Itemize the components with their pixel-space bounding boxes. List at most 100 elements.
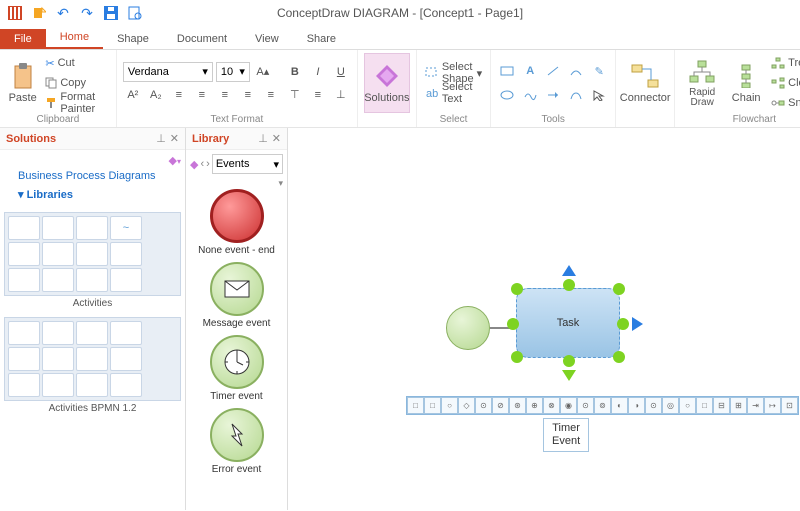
ellipse-tool[interactable]	[497, 85, 517, 105]
solutions-button[interactable]: Solutions	[364, 53, 410, 113]
paste-label: Paste	[9, 92, 37, 104]
pen-tool[interactable]: ✎	[589, 61, 609, 81]
ribbon: Paste ✂Cut Copy Format Painter Clipboard…	[0, 50, 800, 128]
shape-timer-event[interactable]: Timer event	[190, 335, 283, 402]
group-textformat-label: Text Format	[210, 114, 263, 125]
select-shape-icon	[425, 66, 439, 80]
library-title: Library	[192, 133, 229, 145]
valign-mid-button[interactable]: ≡	[308, 85, 328, 105]
undo-icon[interactable]: ↶	[54, 4, 72, 22]
pin-icon[interactable]: ⊥	[258, 132, 268, 145]
thumb-activities[interactable]: ~	[4, 212, 181, 296]
pointer-tool[interactable]	[589, 85, 609, 105]
lib-prev-icon[interactable]: ‹	[200, 158, 204, 170]
conn-tool[interactable]	[543, 85, 563, 105]
rapiddraw-button[interactable]: Rapid Draw	[681, 53, 723, 113]
shape-message-event[interactable]: Message event	[190, 262, 283, 329]
pin-icon[interactable]: ⊥	[156, 132, 166, 145]
select-shape-button[interactable]: Select Shape▾	[423, 64, 484, 82]
solutions-icon	[373, 62, 401, 90]
tree-libraries[interactable]: Libraries	[4, 185, 181, 204]
chevron-down-icon: ▾	[477, 67, 483, 80]
chevron-down-icon: ▾	[273, 158, 279, 171]
canvas-task[interactable]: Task	[516, 288, 620, 358]
solutions-gem-icon[interactable]: ◆▾	[4, 154, 181, 167]
bold-button[interactable]: B	[285, 62, 305, 82]
smart-stencil-bar[interactable]: □□○◇ ⊙⊘⊛⊕ ⊗◉⊙⊚ ◐◑⊙◎ ○□⊟⊞ ⇥↦⊡	[406, 396, 799, 415]
italic-button[interactable]: I	[308, 62, 328, 82]
align-justify-button[interactable]: ≡	[238, 85, 258, 105]
copy-button[interactable]: Copy	[43, 74, 110, 92]
sub-button[interactable]: A₂	[146, 85, 166, 105]
canvas-start-event[interactable]	[446, 306, 490, 350]
spline-tool[interactable]	[520, 85, 540, 105]
connector-icon	[631, 62, 659, 90]
select-text-icon: ab	[425, 86, 439, 100]
close-icon[interactable]: ✕	[170, 132, 179, 145]
curve-tool[interactable]	[566, 85, 586, 105]
select-text-button[interactable]: abSelect Text	[423, 84, 484, 102]
app-icon	[6, 4, 24, 22]
shape-none-event-end[interactable]: None event - end	[190, 189, 283, 256]
save-icon[interactable]	[102, 4, 120, 22]
underline-button[interactable]: U	[331, 62, 351, 82]
group-tools-label: Tools	[541, 114, 564, 125]
ribbon-tabs: File Home Shape Document View Share	[0, 26, 800, 50]
lib-menu-icon[interactable]: ▾	[190, 178, 283, 189]
group-clipboard-label: Clipboard	[37, 114, 80, 125]
tab-home[interactable]: Home	[46, 27, 103, 49]
clone-button[interactable]: Clone▾	[769, 74, 800, 92]
new-icon[interactable]	[30, 4, 48, 22]
solutions-title: Solutions	[6, 133, 56, 145]
lib-next-icon[interactable]: ›	[206, 158, 210, 170]
sup-button[interactable]: A²	[123, 85, 143, 105]
format-painter-button[interactable]: Format Painter	[43, 94, 110, 112]
chain-icon	[732, 62, 760, 90]
fontgrow-button[interactable]: A▴	[253, 62, 273, 82]
shape-error-event[interactable]: Error event	[190, 408, 283, 475]
cut-button[interactable]: ✂Cut	[43, 54, 110, 72]
canvas[interactable]: Task □□○◇ ⊙⊘⊛⊕ ⊗◉⊙⊚ ◐◑⊙◎ ○□⊟⊞ ⇥↦⊡ Timer …	[288, 128, 800, 510]
rect-tool[interactable]	[497, 61, 517, 81]
tree-button[interactable]: Tree	[769, 54, 800, 72]
font-select[interactable]: Verdana▾	[123, 62, 213, 82]
rapiddraw-icon	[688, 58, 716, 86]
tab-share[interactable]: Share	[293, 29, 350, 49]
group-flowchart-label: Flowchart	[733, 114, 776, 125]
tab-file[interactable]: File	[0, 29, 46, 49]
thumb-bpmn-label: Activities BPMN 1.2	[4, 403, 181, 414]
paste-button[interactable]: Paste	[6, 53, 39, 113]
tab-shape[interactable]: Shape	[103, 29, 163, 49]
snap-button[interactable]: Snap	[769, 94, 800, 112]
library-picker[interactable]: Events▾	[212, 154, 283, 174]
tab-view[interactable]: View	[241, 29, 293, 49]
library-panel: Library ⊥ ✕ ◆ ‹ › Events▾ ▾ None event - …	[186, 128, 288, 510]
align-left-button[interactable]: ≡	[169, 85, 189, 105]
indent-button[interactable]: ≡	[261, 85, 281, 105]
preview-icon[interactable]	[126, 4, 144, 22]
tree-icon	[771, 57, 785, 69]
task-label: Task	[557, 317, 580, 329]
lib-gem-icon[interactable]: ◆	[190, 158, 198, 171]
snap-icon	[771, 97, 785, 109]
close-icon[interactable]: ✕	[272, 132, 281, 145]
clone-icon	[771, 77, 785, 89]
thumb-activities-bpmn[interactable]	[4, 317, 181, 401]
tree-business-process[interactable]: Business Process Diagrams	[4, 167, 181, 185]
valign-top-button[interactable]: ⊤	[285, 85, 305, 105]
align-center-button[interactable]: ≡	[192, 85, 212, 105]
redo-icon[interactable]: ↷	[78, 4, 96, 22]
chain-button[interactable]: Chain	[727, 53, 765, 113]
align-right-button[interactable]: ≡	[215, 85, 235, 105]
thumb-activities-label: Activities	[4, 298, 181, 309]
arc-tool[interactable]	[566, 61, 586, 81]
chevron-down-icon: ▾	[239, 65, 245, 78]
fontsize-select[interactable]: 10▾	[216, 62, 250, 82]
svg-text:ab: ab	[426, 88, 438, 100]
text-tool[interactable]: A	[520, 61, 540, 81]
line-tool[interactable]	[543, 61, 563, 81]
valign-bot-button[interactable]: ⊥	[331, 85, 351, 105]
tab-document[interactable]: Document	[163, 29, 241, 49]
connector-button[interactable]: Connector	[622, 53, 668, 113]
stencil-tooltip: Timer Event	[543, 418, 589, 452]
